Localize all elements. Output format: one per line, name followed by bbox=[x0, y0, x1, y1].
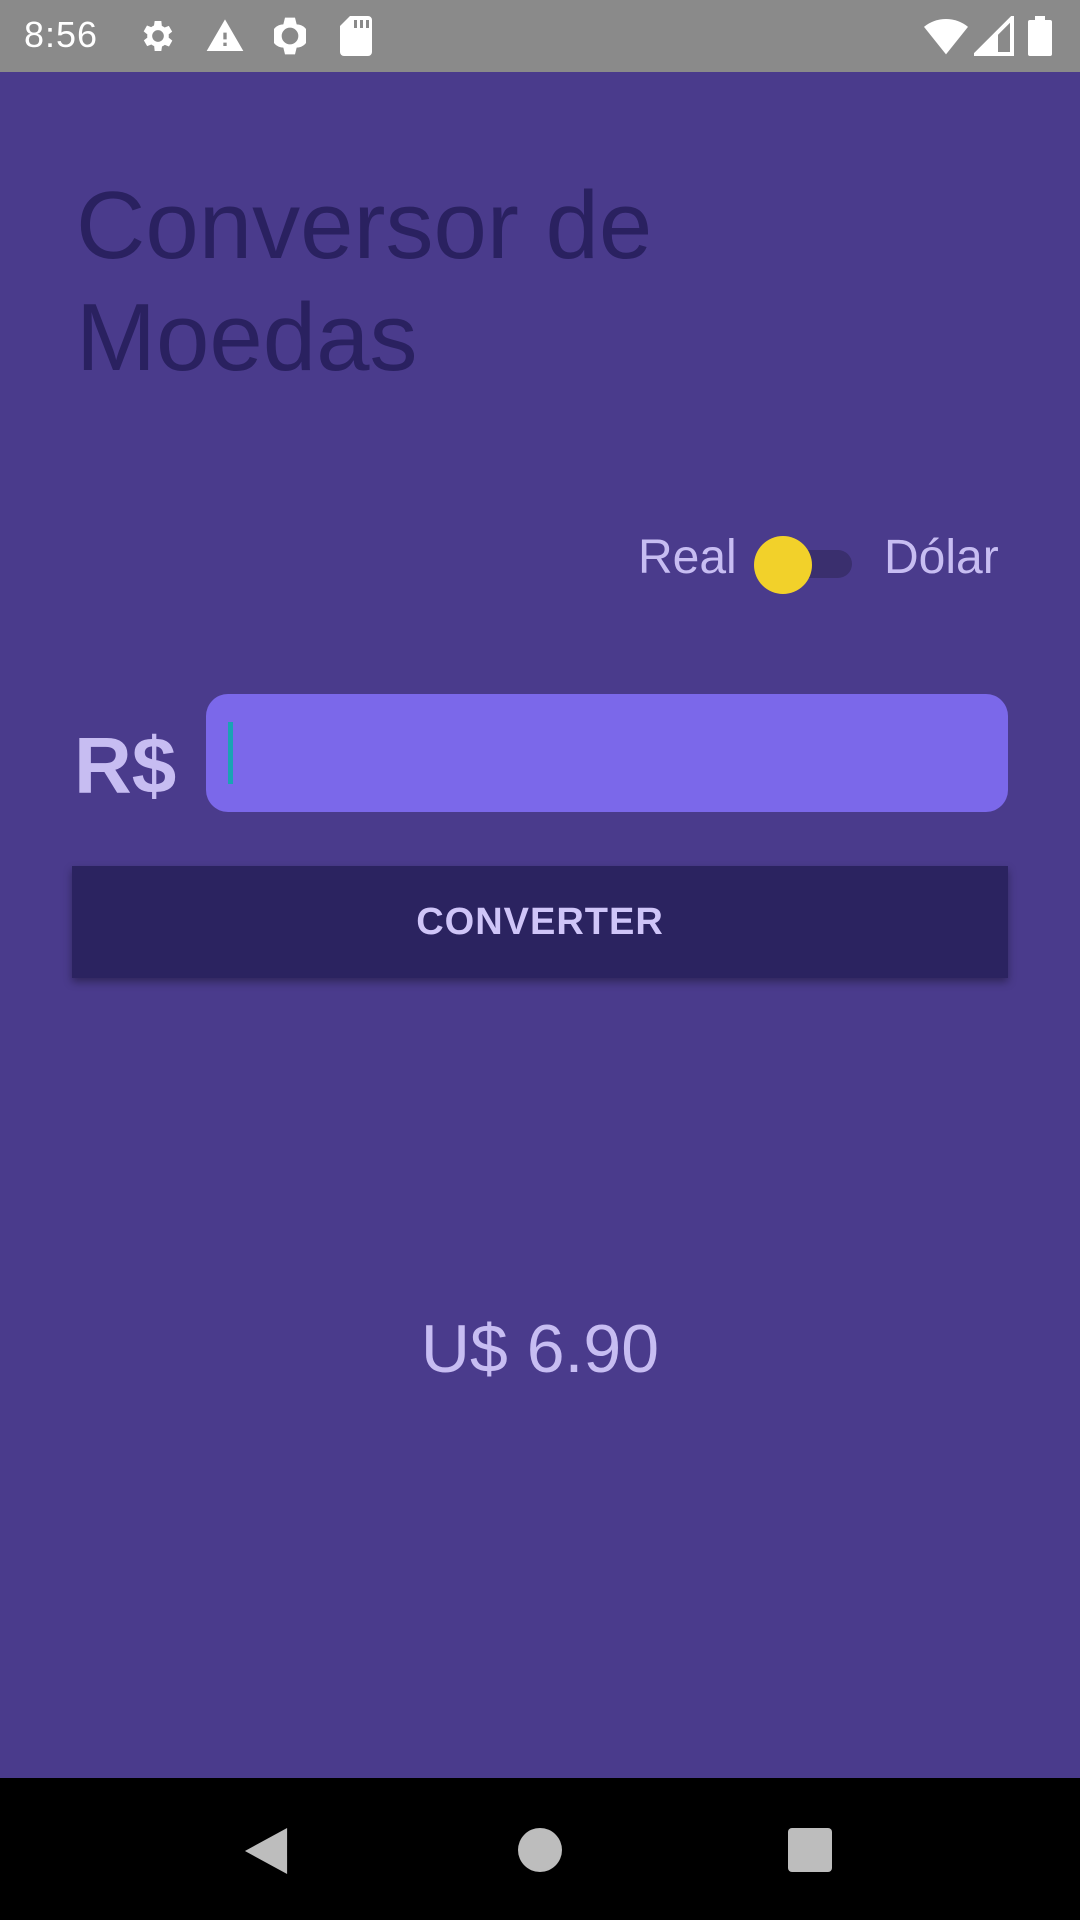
wifi-icon bbox=[924, 19, 968, 55]
watch-icon bbox=[274, 17, 306, 55]
status-right-icons bbox=[924, 16, 1064, 56]
status-bar: 8:56 bbox=[0, 0, 1080, 72]
signal-icon bbox=[974, 16, 1014, 56]
currency-toggle-row: Real Dólar bbox=[636, 530, 1008, 594]
switch-thumb[interactable] bbox=[754, 536, 812, 594]
convert-button[interactable]: CONVERTER bbox=[72, 866, 1008, 978]
toggle-label-real: Real bbox=[638, 531, 737, 584]
warning-icon bbox=[206, 19, 244, 51]
currency-switch[interactable] bbox=[754, 536, 878, 594]
toggle-label-dolar: Dólar bbox=[884, 531, 999, 584]
back-icon[interactable] bbox=[244, 1828, 288, 1874]
home-icon[interactable] bbox=[518, 1828, 562, 1872]
app-title: Conversor de Moedas bbox=[76, 172, 653, 391]
navigation-bar bbox=[0, 1778, 1080, 1920]
battery-icon bbox=[1028, 16, 1052, 56]
status-time: 8:56 bbox=[24, 14, 99, 55]
text-cursor bbox=[228, 722, 233, 784]
sd-card-icon bbox=[340, 16, 372, 56]
gear-icon bbox=[143, 21, 173, 51]
conversion-result: U$ 6.90 bbox=[420, 1311, 660, 1387]
recents-icon[interactable] bbox=[788, 1828, 832, 1872]
currency-prefix: R$ bbox=[74, 721, 177, 810]
amount-input[interactable] bbox=[206, 694, 1008, 812]
